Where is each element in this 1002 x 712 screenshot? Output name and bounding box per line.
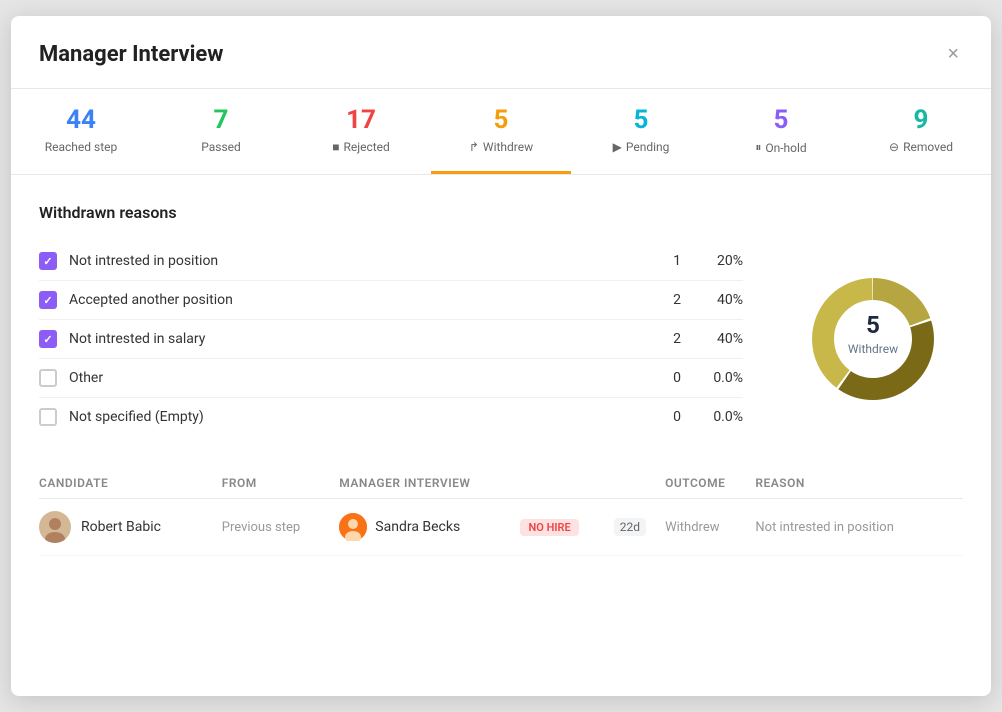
reason-count-2: 2	[641, 331, 681, 347]
tab-rejected[interactable]: 17 ■ Rejected	[291, 89, 431, 174]
reason-checkbox-2[interactable]	[39, 330, 57, 348]
tab-passed-number: 7	[159, 105, 283, 136]
tab-onhold-number: 5	[719, 105, 843, 136]
modal: Manager Interview × 44 Reached step 7 Pa…	[11, 16, 991, 696]
reason-count-3: 0	[641, 370, 681, 386]
reason-label-2: Not intrested in salary	[69, 331, 629, 347]
tab-removed[interactable]: 9 ⊖ Removed	[851, 89, 991, 174]
reason-pct-4: 0.0%	[693, 409, 743, 425]
tab-pending-number: 5	[579, 105, 703, 136]
from-cell: Previous step	[222, 499, 340, 556]
badge-cell: NO HIRE	[520, 499, 607, 556]
reason-checkbox-3[interactable]	[39, 369, 57, 387]
modal-header: Manager Interview ×	[11, 16, 991, 89]
reason-checkbox-1[interactable]	[39, 291, 57, 309]
donut-svg: 5 Withdrew	[793, 259, 953, 419]
tab-rejected-number: 17	[299, 105, 423, 136]
table-row: Robert Babic Previous step	[39, 499, 963, 556]
interviewer-cell: Sandra Becks	[339, 499, 520, 556]
tab-reached[interactable]: 44 Reached step	[11, 89, 151, 174]
outcome-cell: Withdrew	[665, 499, 755, 556]
col-from: From	[222, 468, 340, 499]
donut-chart: 5 Withdrew	[783, 242, 963, 436]
days-cell: 22d	[608, 499, 665, 556]
candidate-name: Robert Babic	[81, 519, 161, 535]
reason-pct-1: 40%	[693, 292, 743, 308]
tab-onhold-label: ⏸ On-hold	[719, 140, 843, 155]
rejected-icon: ■	[332, 140, 339, 154]
tab-withdrew-number: 5	[439, 105, 563, 136]
onhold-icon: ⏸	[755, 140, 761, 155]
tabs-bar: 44 Reached step 7 Passed 17 ■ Rejected 5…	[11, 89, 991, 175]
no-hire-badge: NO HIRE	[520, 519, 578, 536]
modal-body: Withdrawn reasons Not intrested in posit…	[11, 175, 991, 584]
col-outcome: Outcome	[665, 468, 755, 499]
reason-pct-2: 40%	[693, 331, 743, 347]
candidate-cell: Robert Babic	[39, 499, 222, 556]
interviewer-avatar	[339, 513, 367, 541]
tab-pending-label: ▶ Pending	[579, 140, 703, 154]
avatar	[39, 511, 71, 543]
tab-pending[interactable]: 5 ▶ Pending	[571, 89, 711, 174]
close-button[interactable]: ×	[943, 40, 963, 68]
tab-removed-label: ⊖ Removed	[859, 140, 983, 154]
donut-center-number: 5	[866, 311, 880, 339]
content-area: Not intrested in position 1 20% Accepted…	[39, 242, 963, 436]
tab-passed[interactable]: 7 Passed	[151, 89, 291, 174]
tab-onhold[interactable]: 5 ⏸ On-hold	[711, 89, 851, 174]
candidates-table: Candidate From Manager Interview Outcome…	[39, 468, 963, 556]
reason-row: Not intrested in position 1 20%	[39, 242, 743, 281]
reason-row: Not intrested in salary 2 40%	[39, 320, 743, 359]
reason-label-1: Accepted another position	[69, 292, 629, 308]
reason-row: Other 0 0.0%	[39, 359, 743, 398]
tab-rejected-label: ■ Rejected	[299, 140, 423, 154]
interviewer-name: Sandra Becks	[375, 519, 460, 535]
pending-icon: ▶	[613, 140, 622, 154]
reasons-table: Not intrested in position 1 20% Accepted…	[39, 242, 743, 436]
donut-center-label: Withdrew	[848, 342, 898, 356]
reason-label-4: Not specified (Empty)	[69, 409, 629, 425]
col-reason: Reason	[755, 468, 963, 499]
reason-row: Accepted another position 2 40%	[39, 281, 743, 320]
col-candidate: Candidate	[39, 468, 222, 499]
days-badge: 22d	[614, 518, 646, 536]
withdrew-icon: ↱	[469, 140, 479, 154]
candidates-section: Candidate From Manager Interview Outcome…	[39, 468, 963, 556]
reason-count-0: 1	[641, 253, 681, 269]
reason-pct-3: 0.0%	[693, 370, 743, 386]
tab-passed-label: Passed	[159, 140, 283, 154]
reason-row: Not specified (Empty) 0 0.0%	[39, 398, 743, 436]
reason-cell: Not intrested in position	[755, 499, 963, 556]
col-interview: Manager Interview	[339, 468, 665, 499]
tab-withdrew[interactable]: 5 ↱ Withdrew	[431, 89, 571, 174]
reason-count-1: 2	[641, 292, 681, 308]
modal-title: Manager Interview	[39, 42, 223, 67]
reason-checkbox-4[interactable]	[39, 408, 57, 426]
section-title: Withdrawn reasons	[39, 203, 963, 222]
reason-checkbox-0[interactable]	[39, 252, 57, 270]
tab-removed-number: 9	[859, 105, 983, 136]
tab-reached-number: 44	[19, 105, 143, 136]
reason-label-3: Other	[69, 370, 629, 386]
removed-icon: ⊖	[889, 140, 899, 154]
reason-label-0: Not intrested in position	[69, 253, 629, 269]
tab-reached-label: Reached step	[19, 140, 143, 154]
reason-pct-0: 20%	[693, 253, 743, 269]
tab-withdrew-label: ↱ Withdrew	[439, 140, 563, 154]
reason-count-4: 0	[641, 409, 681, 425]
